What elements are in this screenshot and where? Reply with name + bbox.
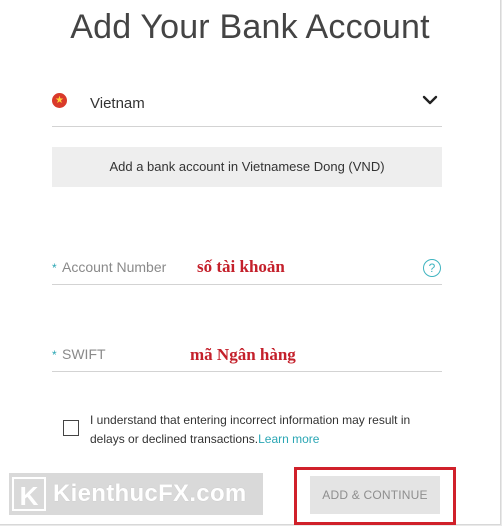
swift-placeholder: SWIFT — [62, 346, 106, 362]
vietnam-flag-icon: ★ — [52, 93, 67, 108]
currency-label: Add a bank account in Vietnamese Dong (V… — [52, 147, 442, 187]
required-mark: * — [52, 348, 57, 362]
swift-annotation: mã Ngân hàng — [190, 345, 296, 364]
consent-checkbox[interactable] — [63, 420, 79, 436]
chevron-down-icon — [422, 95, 438, 105]
help-icon[interactable]: ? — [423, 259, 441, 277]
add-continue-button[interactable]: ADD & CONTINUE — [310, 476, 440, 514]
learn-more-link[interactable]: Learn more — [258, 432, 319, 446]
watermark-logo: K — [12, 477, 46, 511]
country-select[interactable]: ★ Vietnam — [52, 84, 442, 127]
page-title: Add Your Bank Account — [70, 8, 430, 46]
consent-message: I understand that entering incorrect inf… — [90, 413, 411, 446]
account-number-annotation: số tài khoản — [197, 257, 285, 276]
country-name: Vietnam — [90, 95, 145, 112]
account-number-placeholder: Account Number — [62, 259, 167, 275]
watermark: K KienthucFX.com — [9, 473, 263, 515]
watermark-text: KienthucFX.com — [53, 480, 247, 507]
consent-text: I understand that entering incorrect inf… — [90, 411, 440, 449]
required-mark: * — [52, 261, 57, 275]
bank-account-card: Add Your Bank Account ★ Vietnam Add a ba… — [0, 0, 501, 525]
